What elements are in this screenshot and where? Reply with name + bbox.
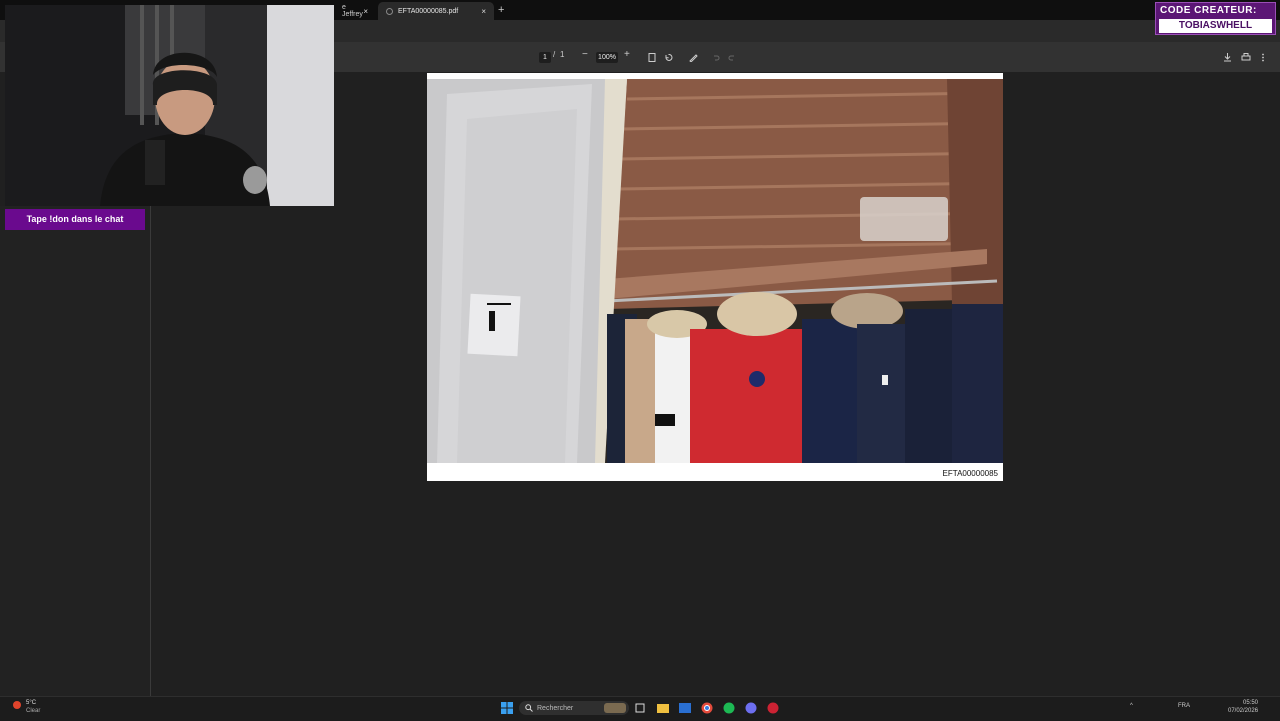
task-view-icon[interactable] [635, 702, 645, 714]
zoom-in-button[interactable]: + [624, 49, 630, 60]
rotate-icon[interactable] [664, 53, 673, 62]
chat-command-banner: Tape !don dans le chat [5, 209, 145, 230]
globe-icon [386, 7, 393, 15]
tab-label: e Jeffrey [342, 4, 363, 18]
download-icon[interactable] [1223, 53, 1232, 62]
tab-jeffrey[interactable]: e Jeffrey × [334, 2, 376, 20]
tab-label: EFTA00000085.pdf [398, 7, 459, 15]
streamer-webcam-image [5, 5, 334, 206]
zoom-out-button[interactable]: − [582, 49, 588, 60]
chrome-icon[interactable] [701, 702, 713, 714]
redo-icon[interactable] [728, 54, 736, 61]
clock-time[interactable]: 05:50 [1243, 700, 1258, 706]
annotate-icon[interactable] [689, 53, 698, 62]
store-icon[interactable] [679, 702, 691, 714]
close-icon[interactable]: × [363, 7, 368, 16]
zoom-level[interactable]: 100% [596, 52, 618, 63]
page-separator: / [553, 50, 556, 59]
pdf-page: EFTA00000085 [427, 73, 1003, 481]
thumbnail-sidebar [0, 206, 151, 696]
tray-chevron-icon[interactable]: ^ [1130, 703, 1133, 709]
search-placeholder: Rechercher [537, 704, 574, 712]
weather-icon [13, 701, 21, 709]
tab-pdf[interactable]: EFTA00000085.pdf × [378, 2, 494, 20]
creator-code-label: CODE CREATEUR: [1160, 5, 1257, 16]
new-tab-button[interactable]: + [498, 4, 504, 16]
app-icon[interactable] [767, 702, 779, 714]
search-icon [525, 704, 533, 712]
undo-icon[interactable] [712, 54, 720, 61]
document-photo [427, 79, 1003, 463]
language-indicator[interactable]: FRA [1178, 703, 1190, 709]
webcam-overlay [5, 5, 334, 206]
page-number-input[interactable]: 1 [539, 52, 551, 63]
discord-icon[interactable] [745, 702, 757, 714]
creator-code-value: TOBIASWHELL [1159, 19, 1272, 33]
close-icon[interactable]: × [481, 7, 486, 16]
creator-code-badge: CODE CREATEUR: TOBIASWHELL [1155, 2, 1276, 35]
clock-date[interactable]: 07/02/2026 [1228, 708, 1258, 714]
page-total: 1 [560, 50, 565, 59]
print-icon[interactable] [1241, 53, 1251, 62]
fit-page-icon[interactable] [648, 53, 656, 62]
closet-photo-image [427, 79, 1003, 463]
spotify-icon[interactable] [723, 702, 735, 714]
document-id: EFTA00000085 [942, 469, 998, 478]
windows-start-icon[interactable] [501, 702, 513, 714]
search-highlight-icon [604, 703, 626, 713]
more-options-icon[interactable] [1261, 53, 1265, 62]
file-explorer-icon[interactable] [657, 702, 669, 714]
weather-desc: Clear [26, 708, 41, 714]
weather-temp: 5°C [26, 700, 37, 706]
